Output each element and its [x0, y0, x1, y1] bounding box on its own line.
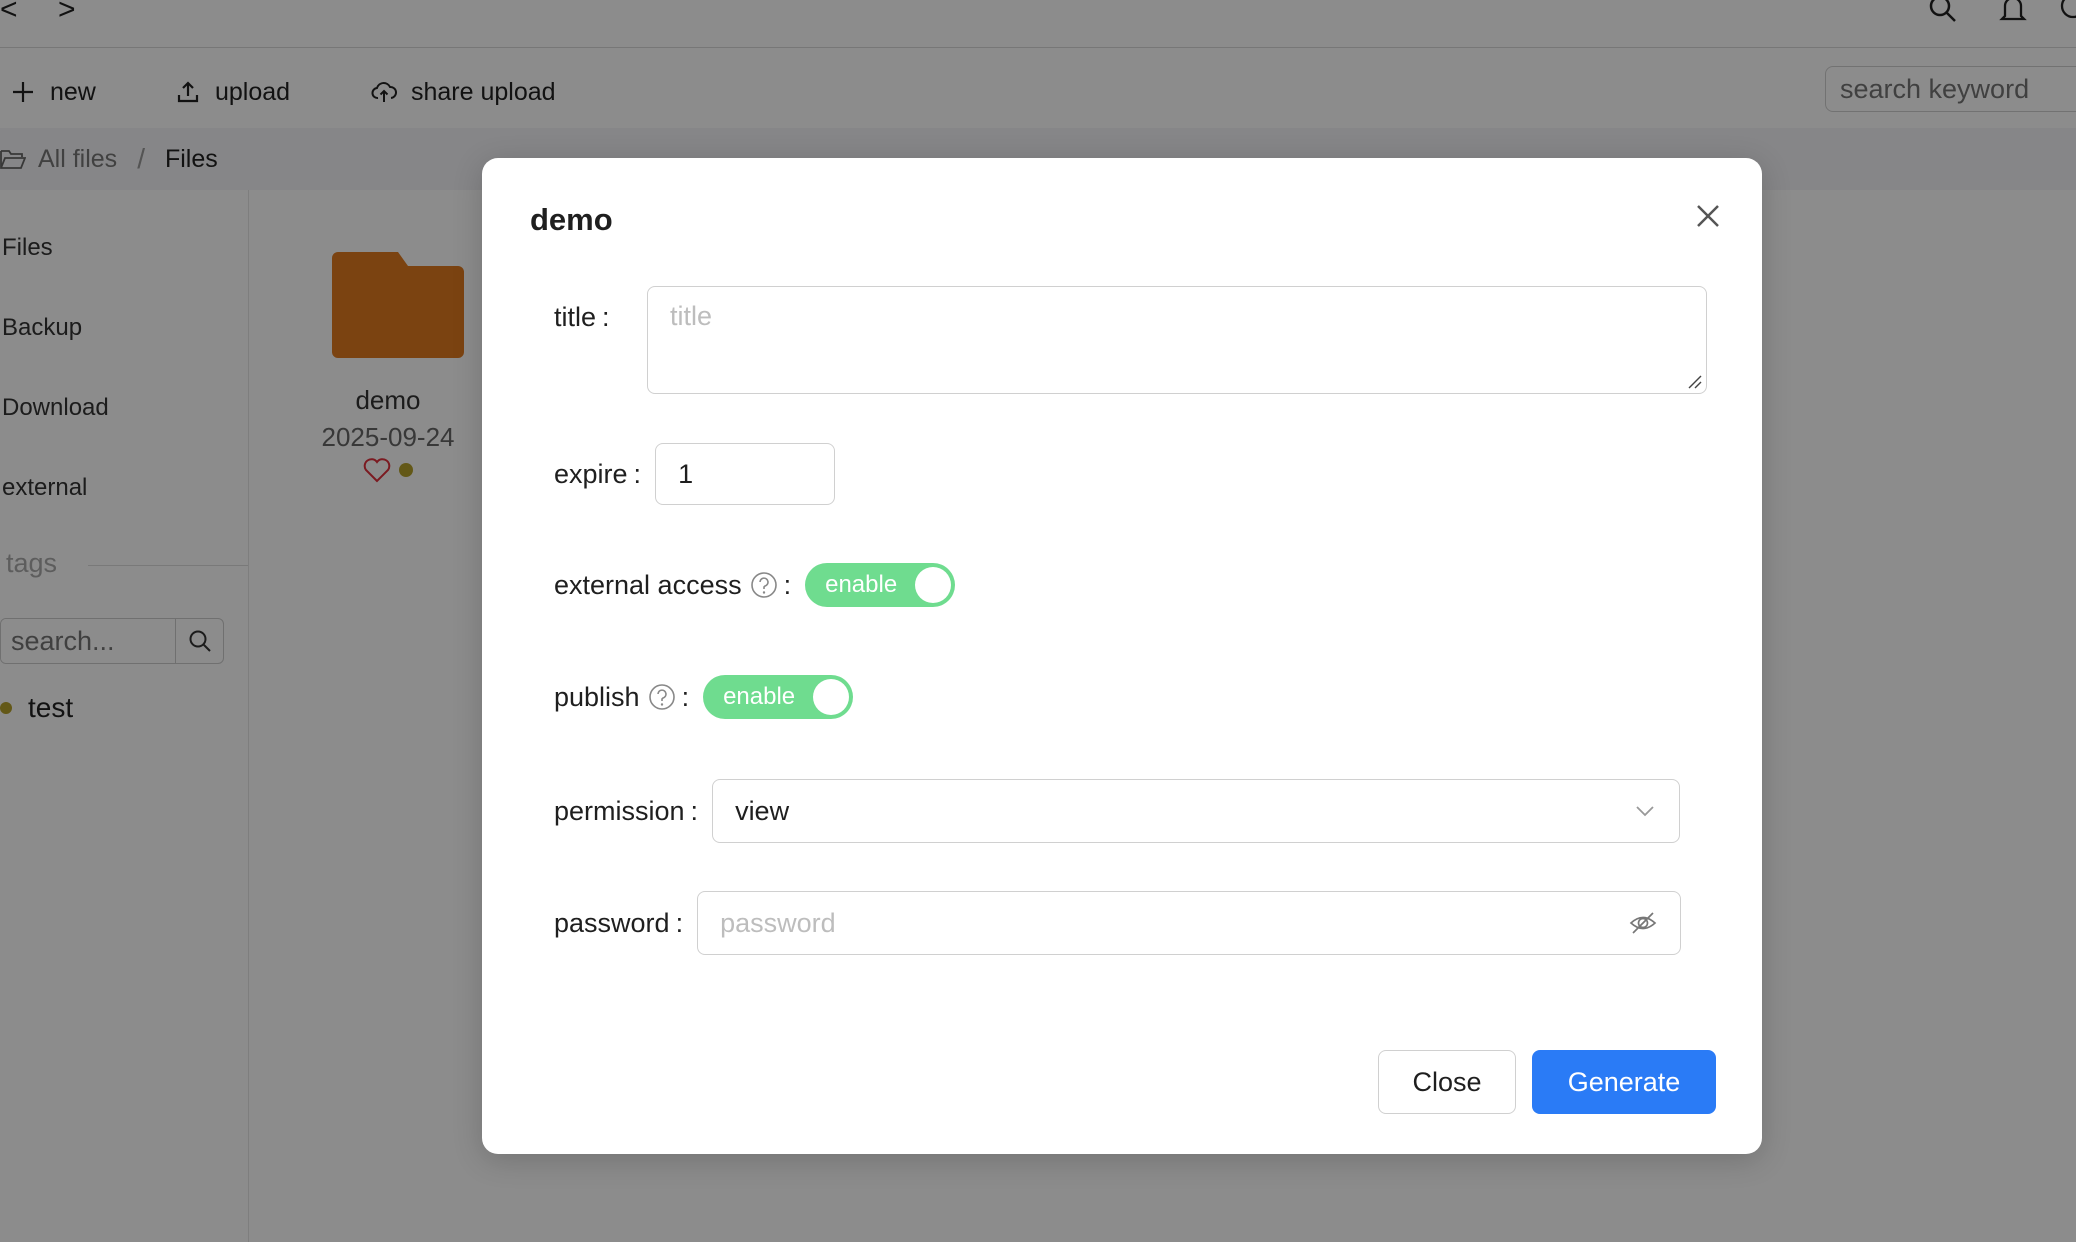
generate-button[interactable]: Generate [1532, 1050, 1716, 1114]
expire-row: expire: [554, 443, 836, 505]
publish-label-text: publish [554, 681, 640, 712]
permission-label-text: permission [554, 795, 685, 826]
expire-label: expire: [554, 459, 655, 490]
eye-invisible-icon[interactable] [1628, 908, 1658, 938]
permission-row: permission: view [554, 779, 1681, 843]
password-field [697, 891, 1682, 955]
permission-selected-value: view [735, 795, 790, 826]
publish-toggle[interactable]: enable [703, 675, 854, 719]
password-label: password: [554, 908, 697, 939]
dialog-title: demo [530, 202, 613, 237]
permission-label: permission: [554, 796, 712, 827]
resize-grip-icon[interactable] [1686, 373, 1702, 389]
external-access-label: external access : [554, 570, 805, 601]
expire-input[interactable] [655, 443, 836, 505]
question-circle-icon[interactable] [648, 683, 676, 711]
toggle-knob [813, 679, 850, 715]
share-dialog: demo title: expire: external access : [482, 158, 1762, 1154]
title-label-text: title [554, 302, 597, 332]
external-access-row: external access : enable [554, 563, 956, 607]
label-colon: : [633, 458, 642, 489]
password-input[interactable] [720, 907, 1629, 939]
password-row: password: [554, 891, 1682, 955]
external-access-toggle[interactable]: enable [805, 563, 956, 607]
label-colon: : [675, 907, 684, 938]
toggle-knob [915, 567, 952, 603]
publish-label: publish : [554, 682, 703, 713]
permission-select[interactable]: view [712, 779, 1681, 843]
label-colon: : [783, 569, 792, 600]
close-button[interactable]: Close [1378, 1050, 1516, 1114]
publish-row: publish : enable [554, 675, 854, 719]
title-input[interactable] [647, 286, 1707, 394]
title-row: title: [554, 302, 624, 333]
label-colon: : [690, 795, 699, 826]
close-icon[interactable] [1688, 196, 1728, 236]
password-label-text: password [554, 907, 670, 938]
chevron-down-icon [1636, 806, 1654, 817]
expire-label-text: expire [554, 458, 628, 489]
label-colon: : [602, 302, 610, 332]
title-label: title: [554, 302, 624, 333]
label-colon: : [681, 681, 690, 712]
external-access-label-text: external access [554, 569, 742, 600]
question-circle-icon[interactable] [750, 571, 778, 599]
